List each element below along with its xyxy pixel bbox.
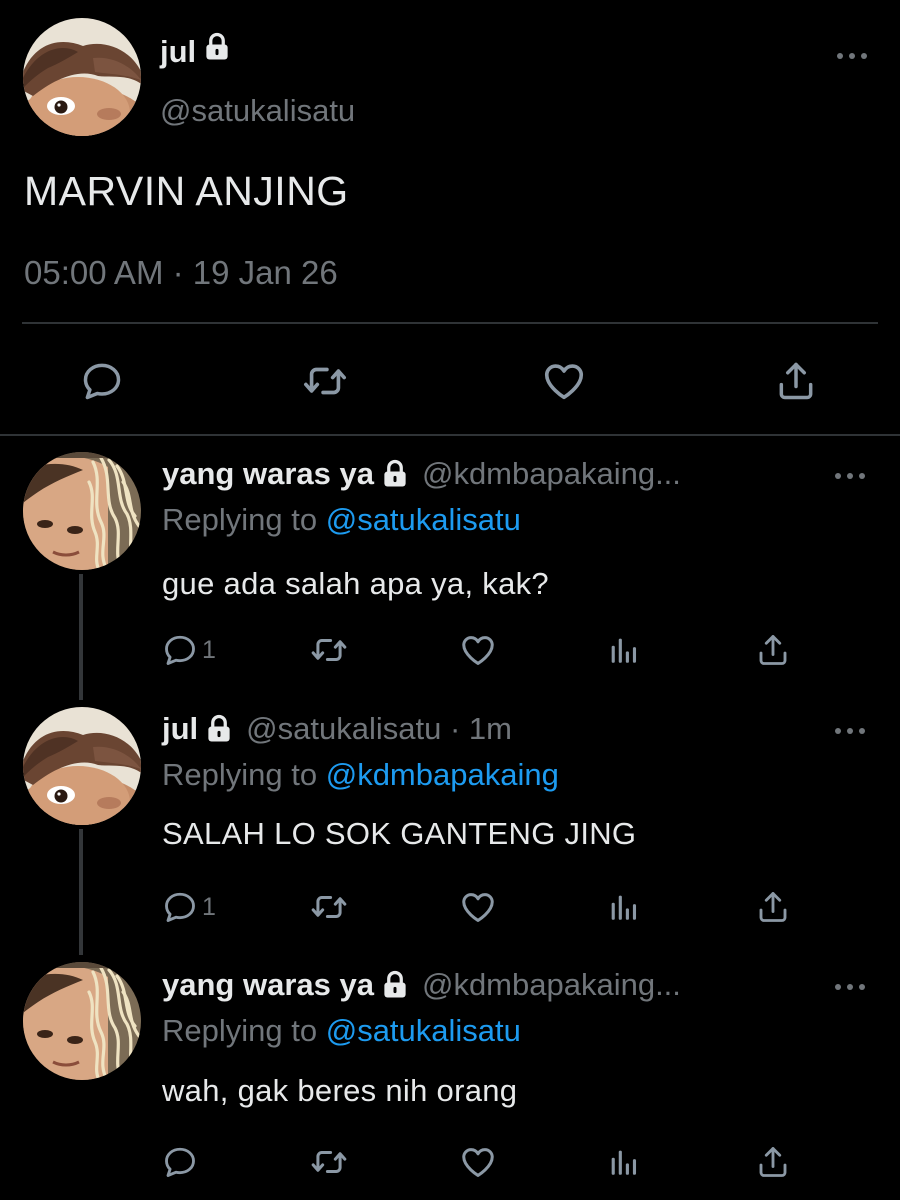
more-icon[interactable]	[832, 976, 868, 998]
reply-icon	[162, 632, 198, 668]
tweet-text: MARVIN ANJING	[24, 168, 349, 214]
author-name[interactable]: yang waras ya	[162, 456, 374, 492]
author-name[interactable]: yang waras ya	[162, 967, 374, 1003]
replying-to-mention[interactable]: @kdmbapakaing	[326, 757, 559, 792]
share-button[interactable]	[755, 887, 791, 927]
like-button[interactable]	[459, 630, 497, 670]
avatar[interactable]	[23, 962, 141, 1080]
like-button[interactable]	[459, 1142, 497, 1182]
author-handle[interactable]: @kdmbapakaing...	[422, 967, 681, 1003]
avatar-image	[23, 452, 141, 570]
more-icon[interactable]	[834, 44, 870, 68]
analytics-button[interactable]	[606, 1142, 640, 1182]
share-button[interactable]	[771, 356, 821, 406]
divider	[0, 434, 900, 436]
replying-to-mention[interactable]: @satukalisatu	[326, 502, 521, 537]
share-icon	[755, 1144, 791, 1180]
like-icon	[541, 358, 587, 404]
replying-to: Replying to @satukalisatu	[162, 1013, 521, 1049]
share-icon	[774, 359, 818, 403]
reply-icon	[162, 889, 198, 925]
share-icon	[755, 889, 791, 925]
replying-to-label: Replying to	[162, 757, 326, 792]
avatar[interactable]	[23, 18, 141, 136]
author-name-text: jul	[160, 34, 197, 69]
retweet-button[interactable]	[310, 630, 348, 670]
retweet-button[interactable]	[300, 356, 350, 406]
lock-icon	[380, 970, 410, 1000]
retweet-icon	[302, 358, 348, 404]
thread-line	[79, 829, 83, 955]
retweet-icon	[310, 888, 348, 926]
avatar-image	[23, 962, 141, 1080]
divider	[22, 322, 878, 324]
author-handle[interactable]: @satukalisatu · 1m	[246, 711, 512, 747]
thread-line	[79, 574, 83, 700]
share-button[interactable]	[755, 1142, 791, 1182]
reply-button[interactable]	[162, 1142, 202, 1182]
reply-count: 1	[202, 892, 216, 921]
avatar-image	[23, 707, 141, 825]
author-handle[interactable]: @satukalisatu	[160, 93, 355, 129]
reply-header: yang waras ya @kdmbapakaing...	[162, 967, 681, 1003]
replying-to-label: Replying to	[162, 1013, 326, 1048]
author-name[interactable]: jul	[160, 32, 232, 70]
replying-to-label: Replying to	[162, 502, 326, 537]
like-icon	[459, 1143, 497, 1181]
author-name[interactable]: jul	[162, 711, 198, 747]
analytics-button[interactable]	[606, 630, 640, 670]
avatar-image	[23, 18, 141, 136]
like-icon	[459, 888, 497, 926]
retweet-icon	[310, 1143, 348, 1181]
more-icon[interactable]	[832, 465, 868, 487]
reply-icon	[80, 359, 124, 403]
reply-header: yang waras ya @kdmbapakaing...	[162, 456, 681, 492]
analytics-icon	[606, 890, 640, 924]
reply-text: gue ada salah apa ya, kak?	[162, 566, 549, 601]
avatar[interactable]	[23, 707, 141, 825]
like-button[interactable]	[459, 887, 497, 927]
retweet-button[interactable]	[310, 887, 348, 927]
lock-icon	[380, 459, 410, 489]
share-button[interactable]	[755, 630, 791, 670]
like-icon	[459, 631, 497, 669]
share-icon	[755, 632, 791, 668]
lock-icon	[204, 714, 234, 744]
replying-to: Replying to @satukalisatu	[162, 502, 521, 538]
reply-header: jul @satukalisatu · 1m	[162, 711, 512, 747]
reply-icon	[162, 1144, 198, 1180]
reply-button[interactable]: 1	[162, 887, 216, 927]
analytics-button[interactable]	[606, 887, 640, 927]
reply-text: SALAH LO SOK GANTENG JING	[162, 816, 637, 851]
analytics-icon	[606, 1145, 640, 1179]
reply-button[interactable]	[77, 356, 127, 406]
retweet-button[interactable]	[310, 1142, 348, 1182]
more-icon[interactable]	[832, 720, 868, 742]
like-button[interactable]	[539, 356, 589, 406]
retweet-icon	[310, 631, 348, 669]
reply-button[interactable]: 1	[162, 630, 216, 670]
analytics-icon	[606, 633, 640, 667]
replying-to-mention[interactable]: @satukalisatu	[326, 1013, 521, 1048]
reply-count: 1	[202, 635, 216, 664]
lock-icon	[202, 32, 232, 62]
replying-to: Replying to @kdmbapakaing	[162, 757, 559, 793]
reply-text: wah, gak beres nih orang	[162, 1073, 518, 1108]
author-handle[interactable]: @kdmbapakaing...	[422, 456, 681, 492]
avatar[interactable]	[23, 452, 141, 570]
tweet-timestamp[interactable]: 05:00 AM · 19 Jan 26	[24, 254, 338, 292]
